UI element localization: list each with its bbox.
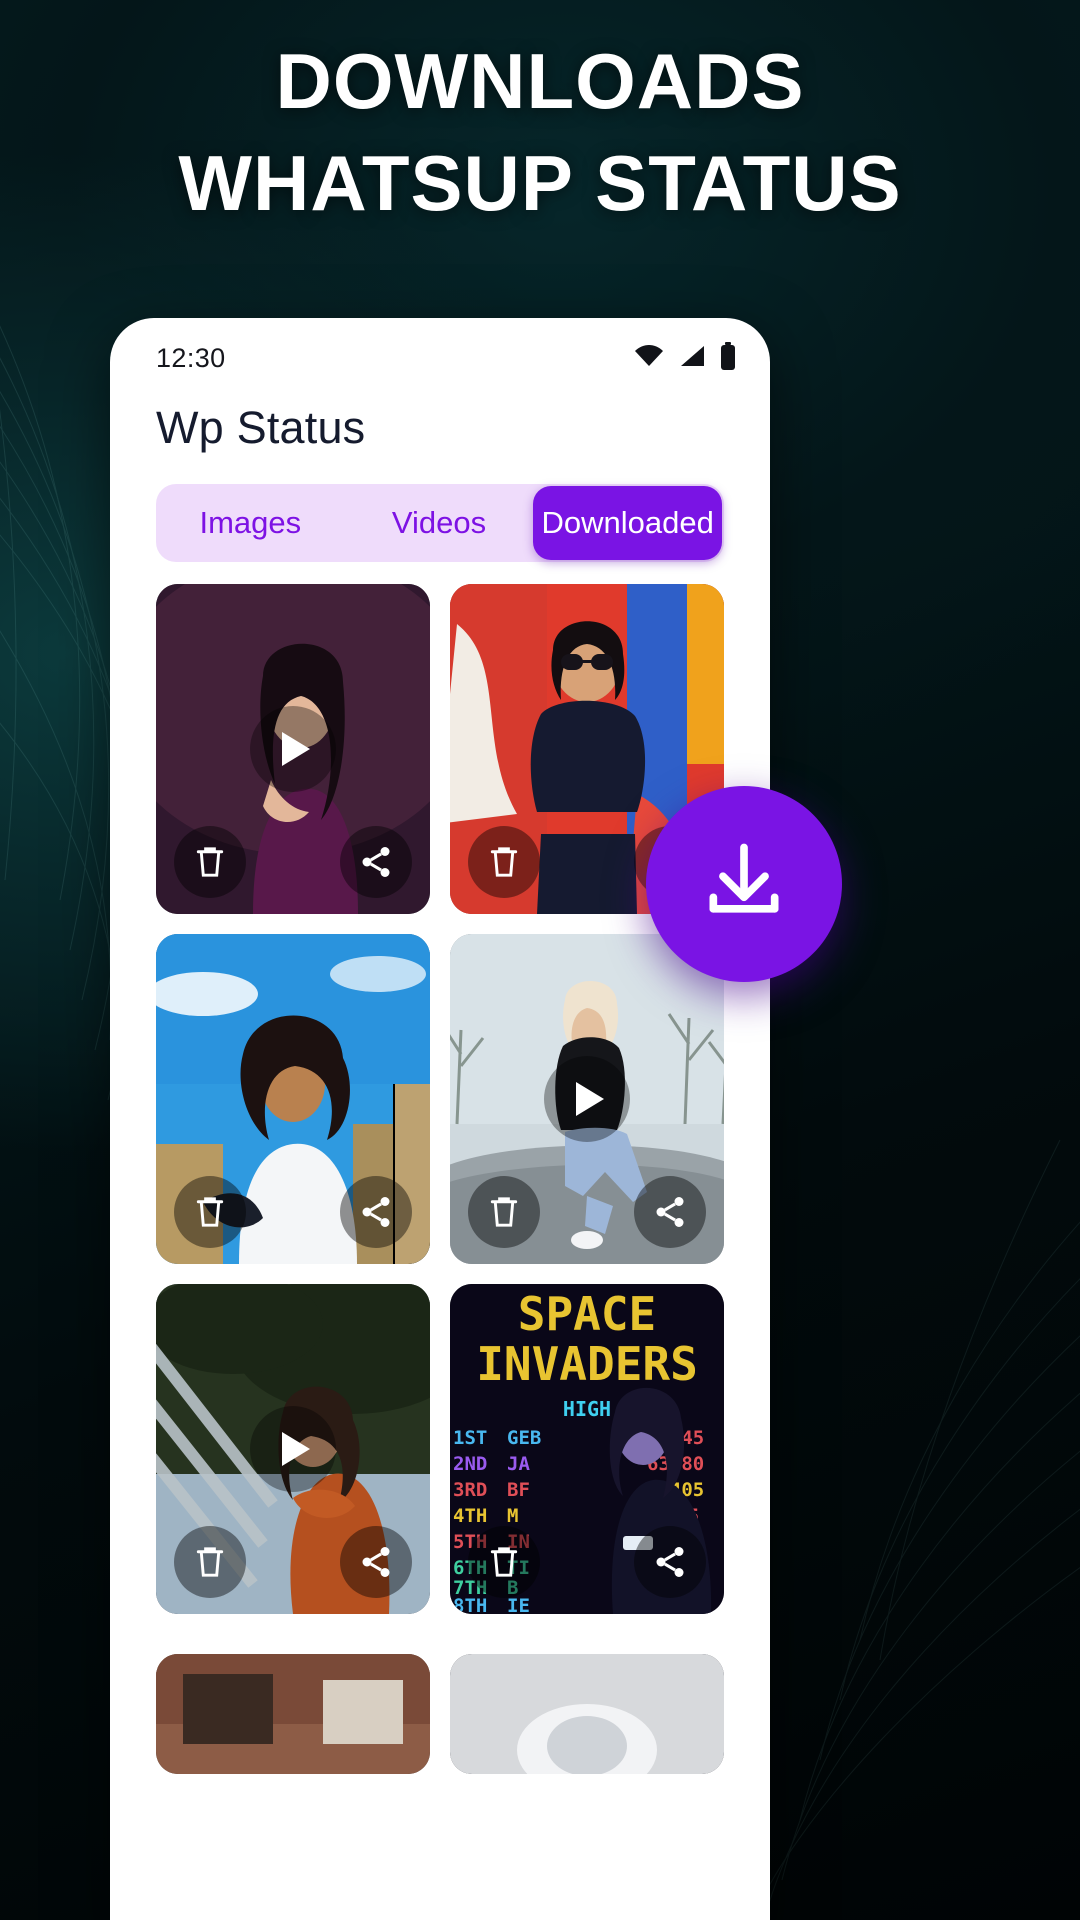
play-icon[interactable] xyxy=(250,706,336,792)
media-grid-item[interactable]: SPACE INVADERS HIGH 1STGEB43445 2NDJA636… xyxy=(450,1284,724,1614)
signal-icon xyxy=(678,344,706,373)
tab-videos[interactable]: Videos xyxy=(345,484,534,562)
status-bar-clock: 12:30 xyxy=(156,342,226,373)
download-fab-button[interactable] xyxy=(646,786,842,982)
share-icon[interactable] xyxy=(340,1176,412,1248)
media-grid-item[interactable] xyxy=(156,584,430,914)
thumbnail-image xyxy=(450,1654,724,1774)
tab-images[interactable]: Images xyxy=(156,484,345,562)
play-icon[interactable] xyxy=(544,1056,630,1142)
headline-line-1: DOWNLOADS xyxy=(275,37,805,125)
share-icon[interactable] xyxy=(340,1526,412,1598)
share-icon[interactable] xyxy=(340,826,412,898)
svg-text:JA: JA xyxy=(507,1453,530,1475)
download-icon xyxy=(698,836,790,933)
svg-text:BF: BF xyxy=(507,1479,530,1501)
battery-icon xyxy=(720,341,736,375)
delete-icon[interactable] xyxy=(174,826,246,898)
svg-text:INVADERS: INVADERS xyxy=(476,1337,698,1391)
media-grid-item[interactable] xyxy=(450,1654,724,1774)
svg-text:3RD: 3RD xyxy=(453,1479,487,1501)
wifi-icon xyxy=(634,344,664,373)
share-icon[interactable] xyxy=(634,1176,706,1248)
media-grid-item[interactable] xyxy=(156,934,430,1264)
phone-mockup: 12:30 Wp Status Images Videos Downloaded xyxy=(110,318,770,1920)
media-grid-item[interactable] xyxy=(156,1654,430,1774)
headline-line-2: WHATSUP STATUS xyxy=(178,138,902,227)
svg-text:2ND: 2ND xyxy=(453,1453,487,1475)
delete-icon[interactable] xyxy=(468,826,540,898)
svg-text:GEB: GEB xyxy=(507,1427,541,1449)
tab-downloaded[interactable]: Downloaded xyxy=(533,486,723,560)
svg-text:SPACE: SPACE xyxy=(518,1287,656,1341)
promo-screenshot: DOWNLOADS WHATSUP STATUS 12:30 Wp Status… xyxy=(0,0,1080,1920)
delete-icon[interactable] xyxy=(468,1526,540,1598)
delete-icon[interactable] xyxy=(174,1176,246,1248)
page-title: Wp Status xyxy=(156,402,366,453)
thumbnail-image xyxy=(156,1654,430,1774)
tab-bar: Images Videos Downloaded xyxy=(156,484,724,562)
share-icon[interactable] xyxy=(634,1526,706,1598)
delete-icon[interactable] xyxy=(174,1526,246,1598)
svg-text:8TH: 8TH xyxy=(453,1595,487,1614)
play-icon[interactable] xyxy=(250,1406,336,1492)
svg-text:M: M xyxy=(507,1505,518,1527)
delete-icon[interactable] xyxy=(468,1176,540,1248)
svg-text:IE: IE xyxy=(507,1595,530,1614)
svg-text:4TH: 4TH xyxy=(453,1505,487,1527)
media-grid-item[interactable] xyxy=(156,1284,430,1614)
svg-text:1ST: 1ST xyxy=(453,1427,487,1449)
media-grid-item[interactable] xyxy=(450,934,724,1264)
status-bar: 12:30 xyxy=(110,318,770,388)
svg-text:HIGH: HIGH xyxy=(563,1397,611,1421)
status-bar-icons xyxy=(634,341,736,375)
promo-headline: DOWNLOADS WHATSUP STATUS xyxy=(0,37,1080,227)
media-grid: SPACE INVADERS HIGH 1STGEB43445 2NDJA636… xyxy=(156,584,724,1774)
